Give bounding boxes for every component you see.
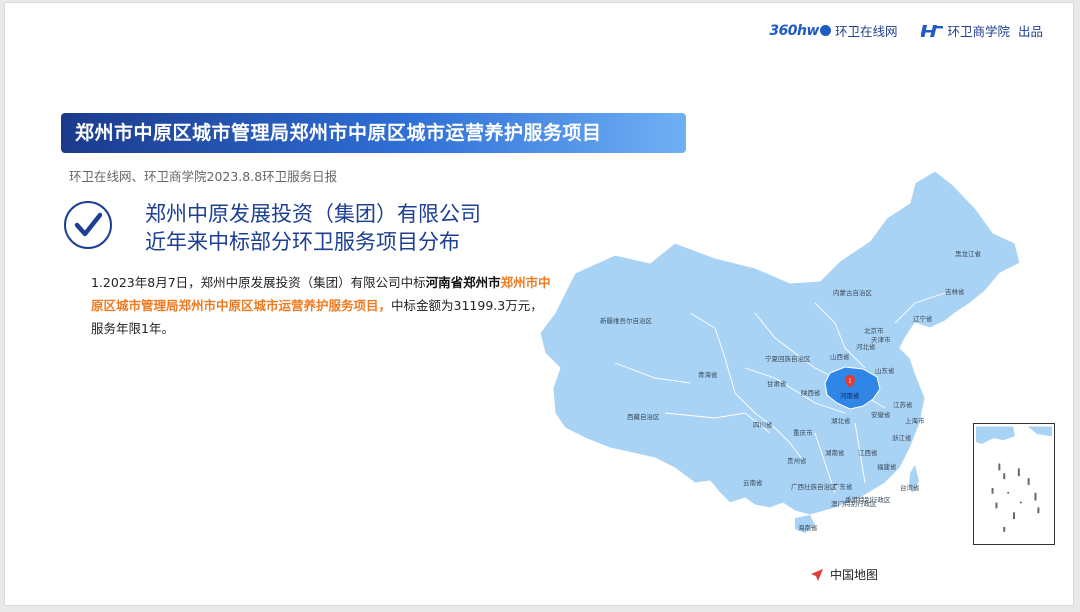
label-shanxi: 山西省 (830, 352, 850, 361)
map-caption: 中国地图 (810, 566, 878, 583)
label-xizang: 西藏自治区 (627, 412, 660, 421)
label-hunan: 湖南省 (825, 448, 845, 457)
slide: 360hw 环卫在线网 环卫商学院 出品 郑州市中原区城市管理局郑州市中原区城市… (4, 2, 1074, 606)
logo-business-school-text: 环卫商学院 (947, 24, 1010, 39)
logo-business-school: 环卫商学院 出品 (921, 21, 1043, 40)
label-ningxia: 宁夏回族自治区 (765, 354, 811, 363)
map-caption-text: 中国地图 (830, 568, 879, 582)
label-shandong: 山东省 (875, 366, 895, 375)
label-shaanxi: 陕西省 (801, 388, 821, 397)
label-fujian: 福建省 (877, 462, 897, 471)
label-sichuan: 四川省 (753, 420, 773, 429)
label-xinjiang: 新疆维吾尔自治区 (600, 316, 653, 325)
label-gansu: 甘肃省 (767, 379, 787, 388)
label-jiangxi: 江西省 (858, 448, 878, 457)
label-zhejiang: 浙江省 (892, 433, 912, 442)
logo-360hw-mark: 360hw (769, 23, 831, 39)
logo-dot-icon (819, 25, 831, 36)
label-guizhou: 贵州省 (787, 456, 807, 465)
hw-logo-icon (921, 24, 944, 37)
label-taiwan: 台湾省 (900, 483, 920, 492)
label-henan: 河南省 (840, 391, 860, 400)
inset-coast-shape (975, 426, 1015, 444)
project-description: 1.2023年8月7日，郑州中原发展投资（集团）有限公司中标河南省郑州市郑州市中… (91, 271, 553, 340)
label-qinghai: 青海省 (698, 370, 718, 379)
china-mainland-shape (539, 170, 1021, 516)
label-yunnan: 云南省 (743, 478, 763, 487)
label-hainan: 海南省 (798, 523, 818, 532)
label-chongqing: 重庆市 (793, 428, 813, 437)
inset-coast-2 (1027, 426, 1053, 437)
label-anhui: 安徽省 (871, 410, 891, 419)
label-guangdong: 广东省 (833, 482, 853, 491)
header-logos: 360hw 环卫在线网 环卫商学院 出品 (769, 21, 1043, 40)
inset-islands (991, 463, 1040, 532)
desc-location: 河南省郑州市 (425, 275, 501, 290)
source-line: 环卫在线网、环卫商学院2023.8.8环卫服务日报 (69, 169, 338, 184)
logo-360hw-text: 环卫在线网 (834, 24, 898, 39)
label-shanghai: 上海市 (905, 416, 925, 425)
label-neimenggu: 内蒙古自治区 (833, 288, 873, 297)
check-circle-icon (64, 201, 112, 249)
logo-360hw: 360hw 环卫在线网 (769, 21, 897, 40)
label-jilin: 吉林省 (945, 287, 965, 296)
label-hebei: 河北省 (856, 342, 876, 351)
label-macau: 澳门特别行政区 (831, 499, 877, 508)
label-hubei: 湖北省 (831, 416, 851, 425)
company-subtitle: 近年来中标部分环卫服务项目分布 (145, 230, 460, 254)
label-guangxi: 广西壮族自治区 (791, 482, 837, 491)
label-liaoning: 辽宁省 (913, 314, 933, 323)
logo-suffix: 出品 (1017, 24, 1043, 39)
desc-part1: 1.2023年8月7日，郑州中原发展投资（集团）有限公司中标 (91, 275, 426, 290)
label-heilongjiang: 黑龙江省 (955, 249, 982, 258)
title-banner: 郑州市中原区城市管理局郑州市中原区城市运营养护服务项目 (61, 113, 686, 153)
label-jiangsu: 江苏省 (893, 400, 913, 409)
company-heading: 郑州中原发展投资（集团）有限公司 近年来中标部分环卫服务项目分布 (145, 200, 481, 256)
pin-label: 1 (848, 379, 851, 385)
company-name: 郑州中原发展投资（集团）有限公司 (145, 202, 481, 226)
label-beijing: 北京市 (864, 326, 884, 335)
arrow-pointer-icon (811, 568, 823, 581)
south-china-sea-inset (973, 423, 1055, 545)
